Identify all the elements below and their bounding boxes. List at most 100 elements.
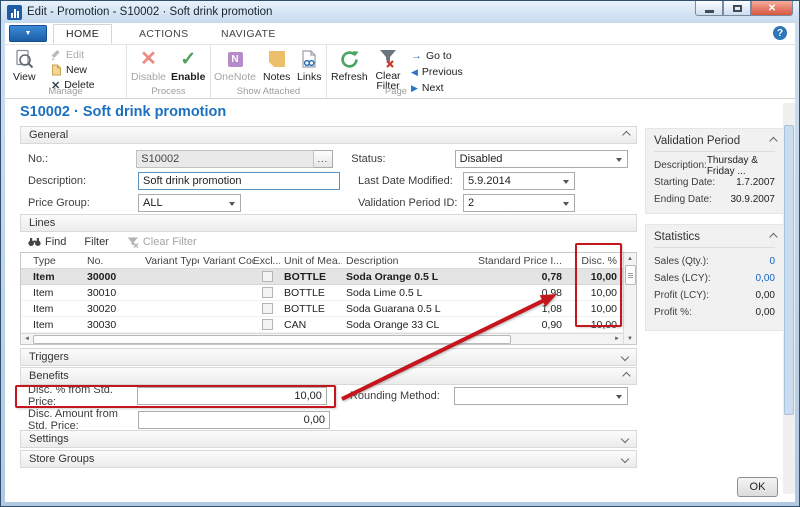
column-header-variant-code[interactable]: Variant Code bbox=[199, 255, 254, 267]
rounding-method-dropdown[interactable] bbox=[454, 387, 628, 405]
ok-button[interactable]: OK bbox=[737, 477, 778, 497]
grid-horizontal-scrollbar[interactable]: ◄ ► bbox=[21, 333, 623, 344]
links-icon bbox=[301, 47, 317, 71]
column-header-excl[interactable]: Excl... bbox=[254, 255, 280, 267]
previous-button[interactable]: ◀ Previous bbox=[411, 65, 463, 79]
notes-button[interactable]: Notes bbox=[263, 47, 290, 83]
lines-clear-filter-button: Clear Filter bbox=[127, 236, 197, 248]
column-header-variant-type[interactable]: Variant Type bbox=[141, 255, 199, 267]
group-label-manage: Manage bbox=[5, 86, 126, 97]
nav-edit-promotion-window: Edit - Promotion - S10002 · Soft drink p… bbox=[0, 0, 800, 507]
edit-pencil-icon bbox=[51, 50, 62, 61]
fb-row-sales-qty: Sales (Qty.): 0 bbox=[654, 253, 775, 270]
factbox-validation-period-header[interactable]: Validation Period bbox=[654, 135, 775, 152]
grid-vertical-scrollbar[interactable]: ▲ ▼ bbox=[623, 253, 636, 344]
chevron-up-icon bbox=[769, 233, 777, 241]
ribbon-group-page: Refresh Clear Filter → Go to ◀ Previou bbox=[327, 45, 465, 98]
excl-checkbox[interactable] bbox=[262, 271, 273, 282]
grid-row-30020[interactable]: Item 30020 BOTTLE Soda Guarana 0.5 L 1,0… bbox=[21, 301, 623, 317]
field-description: Description: Last Date Modified: 5.9.201… bbox=[28, 172, 628, 190]
ribbon-tab-strip: ▼ HOME ACTIONS NAVIGATE ? bbox=[5, 23, 795, 44]
fb-row-starting-date: Starting Date: 1.7.2007 bbox=[654, 174, 775, 191]
application-menu-button[interactable]: ▼ bbox=[9, 25, 47, 42]
tab-home[interactable]: HOME bbox=[53, 24, 112, 44]
fasttab-benefits[interactable]: Benefits bbox=[20, 367, 637, 385]
fasttab-settings[interactable]: Settings bbox=[20, 430, 637, 448]
last-date-modified-dropdown[interactable]: 5.9.2014 bbox=[463, 172, 575, 190]
column-header-unit[interactable]: Unit of Mea... bbox=[280, 255, 342, 267]
scroll-right-icon[interactable]: ► bbox=[611, 336, 623, 342]
links-button[interactable]: Links bbox=[297, 47, 322, 83]
column-header-description[interactable]: Description bbox=[342, 255, 472, 267]
factbox-statistics-header[interactable]: Statistics bbox=[654, 231, 775, 248]
new-button[interactable]: New bbox=[51, 63, 95, 77]
page-title: S10002 · Soft drink promotion bbox=[20, 104, 226, 120]
sales-qty-link[interactable]: 0 bbox=[769, 256, 775, 267]
sales-lcy-link[interactable]: 0,00 bbox=[756, 273, 775, 284]
onenote-button: N OneNote bbox=[214, 47, 256, 83]
grid-row-30010[interactable]: Item 30010 BOTTLE Soda Lime 0.5 L 0,98 1… bbox=[21, 285, 623, 301]
excl-checkbox[interactable] bbox=[262, 287, 273, 298]
filter-button[interactable]: Filter bbox=[84, 236, 108, 248]
view-button[interactable]: View bbox=[13, 47, 36, 83]
previous-arrow-icon: ◀ bbox=[411, 67, 418, 78]
chevron-down-icon bbox=[621, 455, 629, 463]
factbox-statistics: Statistics Sales (Qty.): 0 Sales (LCY): … bbox=[645, 224, 784, 331]
field-price-group: Price Group: ALL Validation Period ID: 2 bbox=[28, 194, 628, 212]
vscroll-thumb[interactable] bbox=[625, 265, 636, 285]
hscroll-thumb[interactable] bbox=[33, 335, 511, 344]
grid-row-30000[interactable]: Item 30000 BOTTLE Soda Orange 0.5 L 0,78… bbox=[21, 269, 623, 285]
grid-row-30030[interactable]: Item 30030 CAN Soda Orange 33 CL 0,90 10… bbox=[21, 317, 623, 333]
scroll-up-icon[interactable]: ▲ bbox=[624, 253, 636, 264]
browse-button[interactable]: ... bbox=[314, 150, 334, 168]
tab-actions[interactable]: ACTIONS bbox=[127, 24, 200, 44]
fasttab-lines[interactable]: Lines bbox=[20, 214, 637, 232]
ribbon: View Edit New ✕ Delete Ma bbox=[5, 44, 795, 99]
excl-checkbox[interactable] bbox=[262, 303, 273, 314]
scroll-down-icon[interactable]: ▼ bbox=[624, 333, 636, 344]
grid-header-row: Type No. Variant Type Variant Code Excl.… bbox=[21, 253, 623, 269]
scroll-left-icon[interactable]: ◄ bbox=[21, 336, 33, 342]
page-scroll-thumb[interactable] bbox=[784, 125, 794, 415]
excl-checkbox[interactable] bbox=[262, 319, 273, 330]
fb-row-profit-lcy: Profit (LCY): 0,00 bbox=[654, 287, 775, 304]
edit-button: Edit bbox=[51, 48, 95, 62]
disc-pct-input[interactable] bbox=[137, 387, 327, 405]
group-label-process: Process bbox=[127, 86, 210, 97]
enable-button[interactable]: ✓ Enable bbox=[171, 47, 205, 83]
fasttab-triggers[interactable]: Triggers bbox=[20, 348, 637, 366]
page-vertical-scrollbar[interactable] bbox=[783, 103, 795, 494]
description-input[interactable] bbox=[138, 172, 340, 190]
goto-button[interactable]: → Go to bbox=[411, 49, 463, 63]
column-header-no[interactable]: No. bbox=[83, 255, 141, 267]
fasttab-store-groups[interactable]: Store Groups bbox=[20, 450, 637, 468]
dropdown-arrow-icon bbox=[229, 202, 235, 206]
clear-filter-button[interactable]: Clear Filter bbox=[371, 47, 405, 91]
disable-button: ✕ Disable bbox=[131, 47, 166, 83]
minimize-button[interactable] bbox=[695, 1, 723, 16]
ribbon-group-show-attached: N OneNote Notes Links Show Attached bbox=[211, 45, 327, 98]
column-header-type[interactable]: Type bbox=[21, 255, 83, 267]
maximize-icon bbox=[733, 5, 742, 12]
maximize-button[interactable] bbox=[723, 1, 751, 16]
tab-navigate[interactable]: NAVIGATE bbox=[209, 24, 288, 44]
validation-period-id-dropdown[interactable]: 2 bbox=[463, 194, 575, 212]
chevron-up-icon bbox=[769, 137, 777, 145]
column-header-std-price[interactable]: Standard Price I... bbox=[472, 255, 576, 267]
chevron-up-icon bbox=[622, 131, 630, 139]
app-menu-icon: ▼ bbox=[25, 30, 32, 37]
column-header-disc[interactable]: Disc. % bbox=[576, 255, 623, 267]
price-group-dropdown[interactable]: ALL bbox=[138, 194, 241, 212]
fb-row-profit-pct: Profit %: 0,00 bbox=[654, 304, 775, 321]
status-dropdown[interactable]: Disabled bbox=[455, 150, 628, 168]
enable-check-icon: ✓ bbox=[180, 47, 196, 71]
close-button[interactable]: ✕ bbox=[751, 1, 793, 16]
window-title: Edit - Promotion - S10002 · Soft drink p… bbox=[27, 6, 272, 18]
refresh-button[interactable]: Refresh bbox=[331, 47, 368, 83]
help-button[interactable]: ? bbox=[773, 26, 787, 40]
disc-amount-input[interactable] bbox=[138, 411, 330, 429]
fasttab-general[interactable]: General bbox=[20, 126, 637, 144]
find-button[interactable]: Find bbox=[28, 236, 66, 248]
dropdown-arrow-icon bbox=[616, 158, 622, 162]
refresh-icon bbox=[339, 47, 360, 71]
